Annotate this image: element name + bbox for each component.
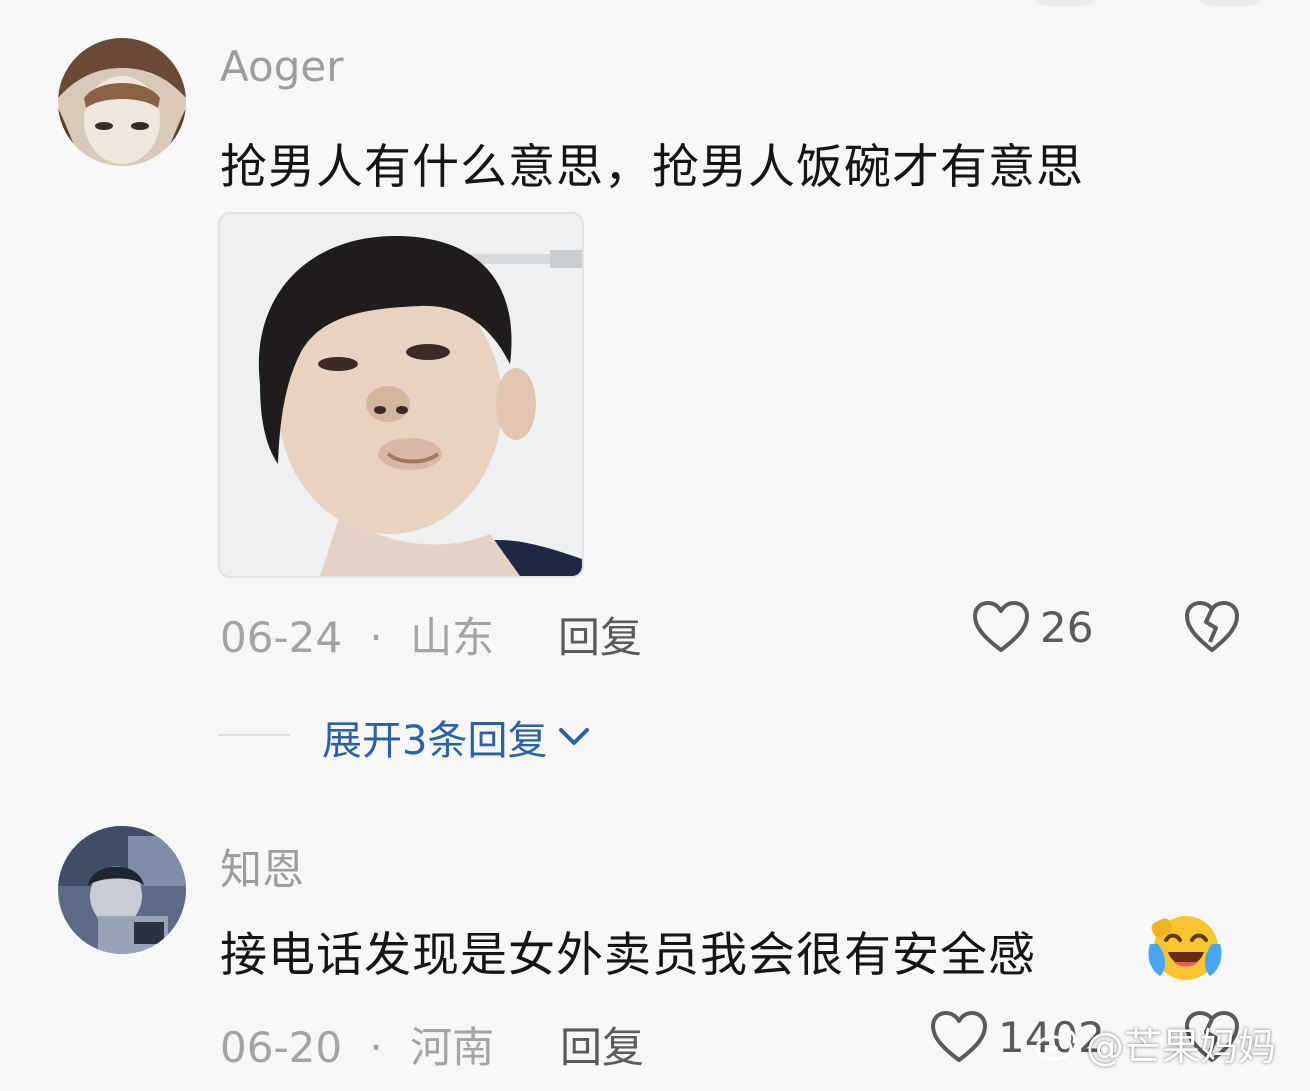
broken-heart-icon xyxy=(1185,601,1239,652)
watermark-text: @芒果妈妈 xyxy=(1085,1025,1276,1069)
expand-replies-label: 展开3条回复 xyxy=(322,718,548,764)
sticker-image[interactable] xyxy=(218,212,584,578)
meta-separator: · xyxy=(369,613,383,662)
comment-meta: 06-20 · 河南 xyxy=(220,1014,494,1075)
laughing-crying-emoji xyxy=(1146,910,1224,988)
expand-replies-button[interactable]: 展开3条回复 xyxy=(322,708,591,766)
weibo-logo-icon xyxy=(1035,1028,1076,1060)
meta-separator: · xyxy=(369,1023,383,1072)
top-decoration-right xyxy=(1195,0,1265,6)
dislike-button[interactable] xyxy=(1184,600,1240,658)
reply-button[interactable]: 回复 xyxy=(558,604,642,665)
comment-text: 接电话发现是女外卖员我会很有安全感 xyxy=(220,928,1036,983)
avatar[interactable] xyxy=(58,38,186,166)
comment-date: 06-20 xyxy=(220,1023,343,1072)
like-button[interactable]: 26 xyxy=(972,600,1093,654)
like-count: 26 xyxy=(1040,602,1094,652)
reply-button[interactable]: 回复 xyxy=(560,1014,644,1075)
comment-location: 河南 xyxy=(410,1023,495,1072)
avatar[interactable] xyxy=(58,826,186,954)
username[interactable]: Aoger xyxy=(220,42,343,91)
comment-text: 抢男人有什么意思，抢男人饭碗才有意思 xyxy=(220,140,1084,195)
heart-outline-icon xyxy=(931,1011,987,1062)
comment-date: 06-24 xyxy=(220,613,343,662)
username[interactable]: 知恩 xyxy=(220,836,304,897)
chevron-down-icon xyxy=(559,728,590,745)
heart-outline-icon xyxy=(973,601,1029,652)
comment-location: 山东 xyxy=(410,613,495,662)
watermark: @芒果妈妈 xyxy=(1034,1016,1276,1071)
comment-meta: 06-24 · 山东 xyxy=(220,604,494,665)
expand-divider xyxy=(218,734,290,736)
top-decoration-left xyxy=(1030,0,1100,6)
